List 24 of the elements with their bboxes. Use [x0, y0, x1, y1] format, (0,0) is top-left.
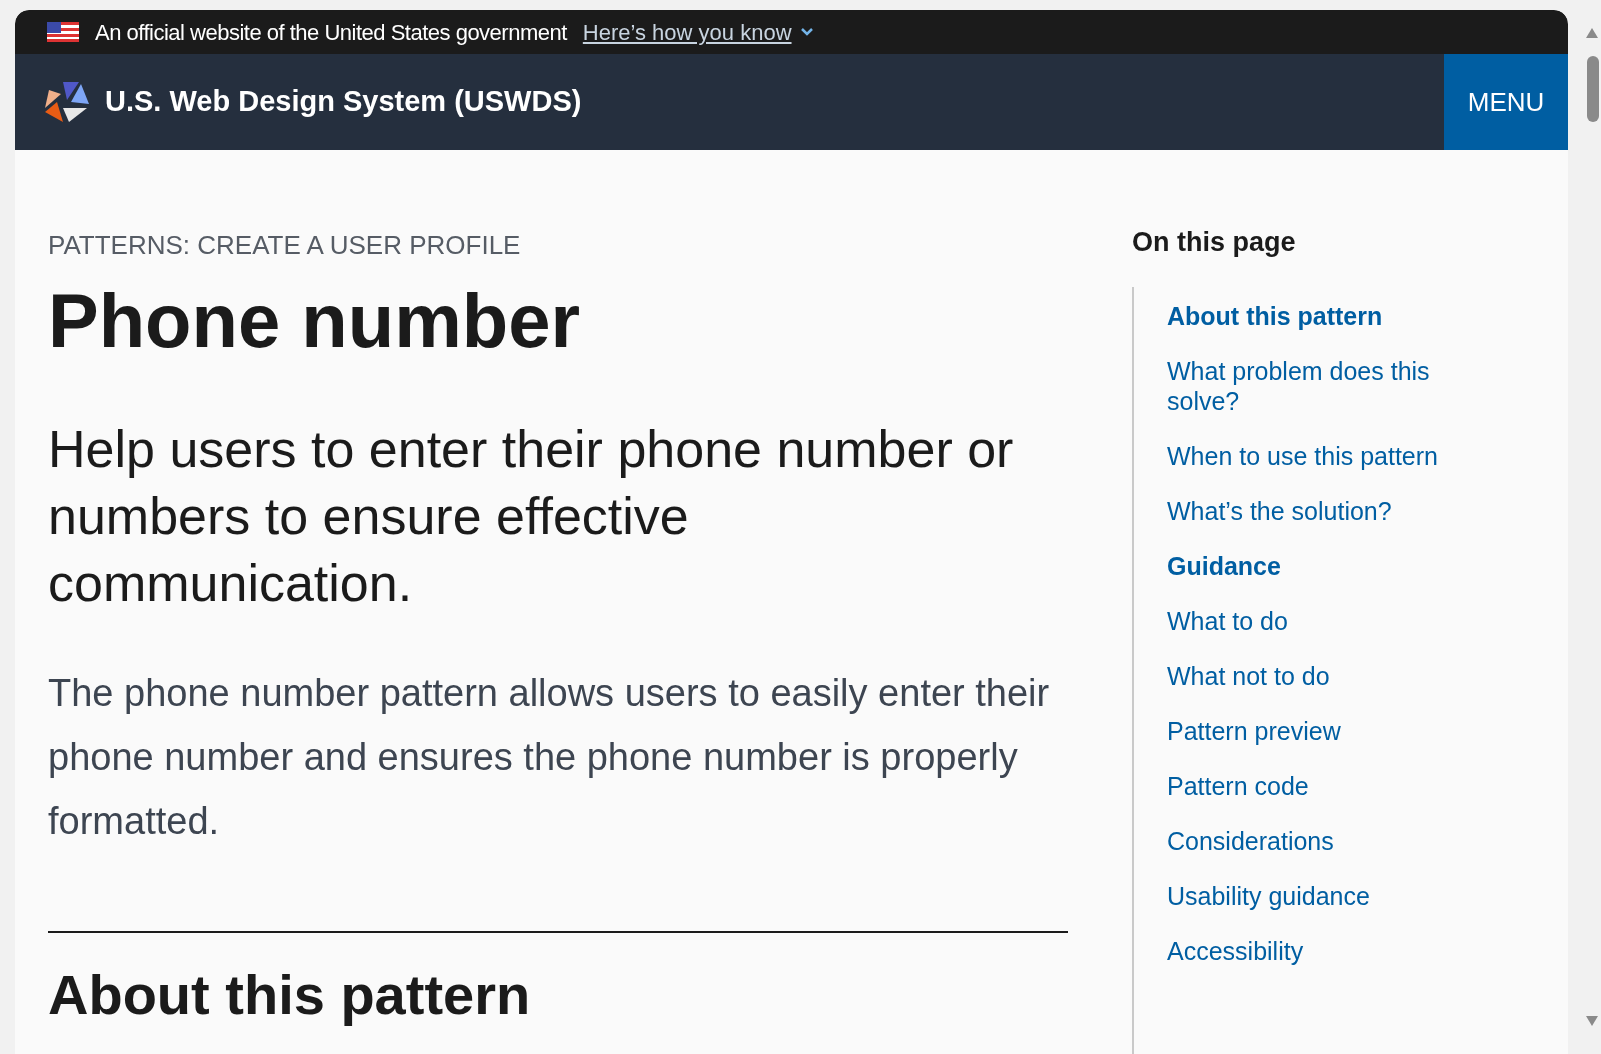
- chevron-down-icon: [799, 27, 814, 37]
- body-paragraph: The phone number pattern allows users to easily enter their phone number and ensures the phone number is properly formatted.: [48, 671, 1051, 845]
- section-heading: About this pattern: [48, 962, 532, 1029]
- how-you-know-link[interactable]: Here’s how you know: [582, 15, 814, 49]
- nav-link[interactable]: Pattern preview: [1167, 715, 1487, 746]
- nav-link[interactable]: When to use this pattern: [1167, 440, 1487, 471]
- menu-button[interactable]: MENU: [1444, 54, 1568, 150]
- nav-link[interactable]: Pattern code: [1167, 770, 1487, 801]
- page-title: Phone number: [48, 277, 582, 365]
- nav-link[interactable]: Accessibility: [1167, 935, 1487, 966]
- nav-section-link[interactable]: About this pattern: [1167, 300, 1552, 331]
- nav-link[interactable]: Considerations: [1167, 825, 1487, 856]
- lead-paragraph: Help users to enter their phone number or numbers to ensure effective communication.: [48, 419, 1015, 615]
- nav-link[interactable]: Usability guidance: [1167, 880, 1487, 911]
- nav-link[interactable]: What problem does this solve?: [1167, 355, 1487, 416]
- site-title[interactable]: U.S. Web Design System (USWDS): [105, 80, 582, 124]
- breadcrumb: PATTERNS: CREATE A USER PROFILE: [48, 229, 522, 262]
- nav-section-link[interactable]: Guidance: [1167, 550, 1552, 581]
- on-this-page-heading: On this page: [1132, 226, 1297, 259]
- nav-link[interactable]: What not to do: [1167, 660, 1487, 691]
- nav-link[interactable]: What’s the solution?: [1167, 495, 1487, 526]
- flag-icon: [47, 22, 79, 42]
- banner-text: An official website of the United States government: [95, 18, 567, 47]
- nav-link[interactable]: What to do: [1167, 605, 1487, 636]
